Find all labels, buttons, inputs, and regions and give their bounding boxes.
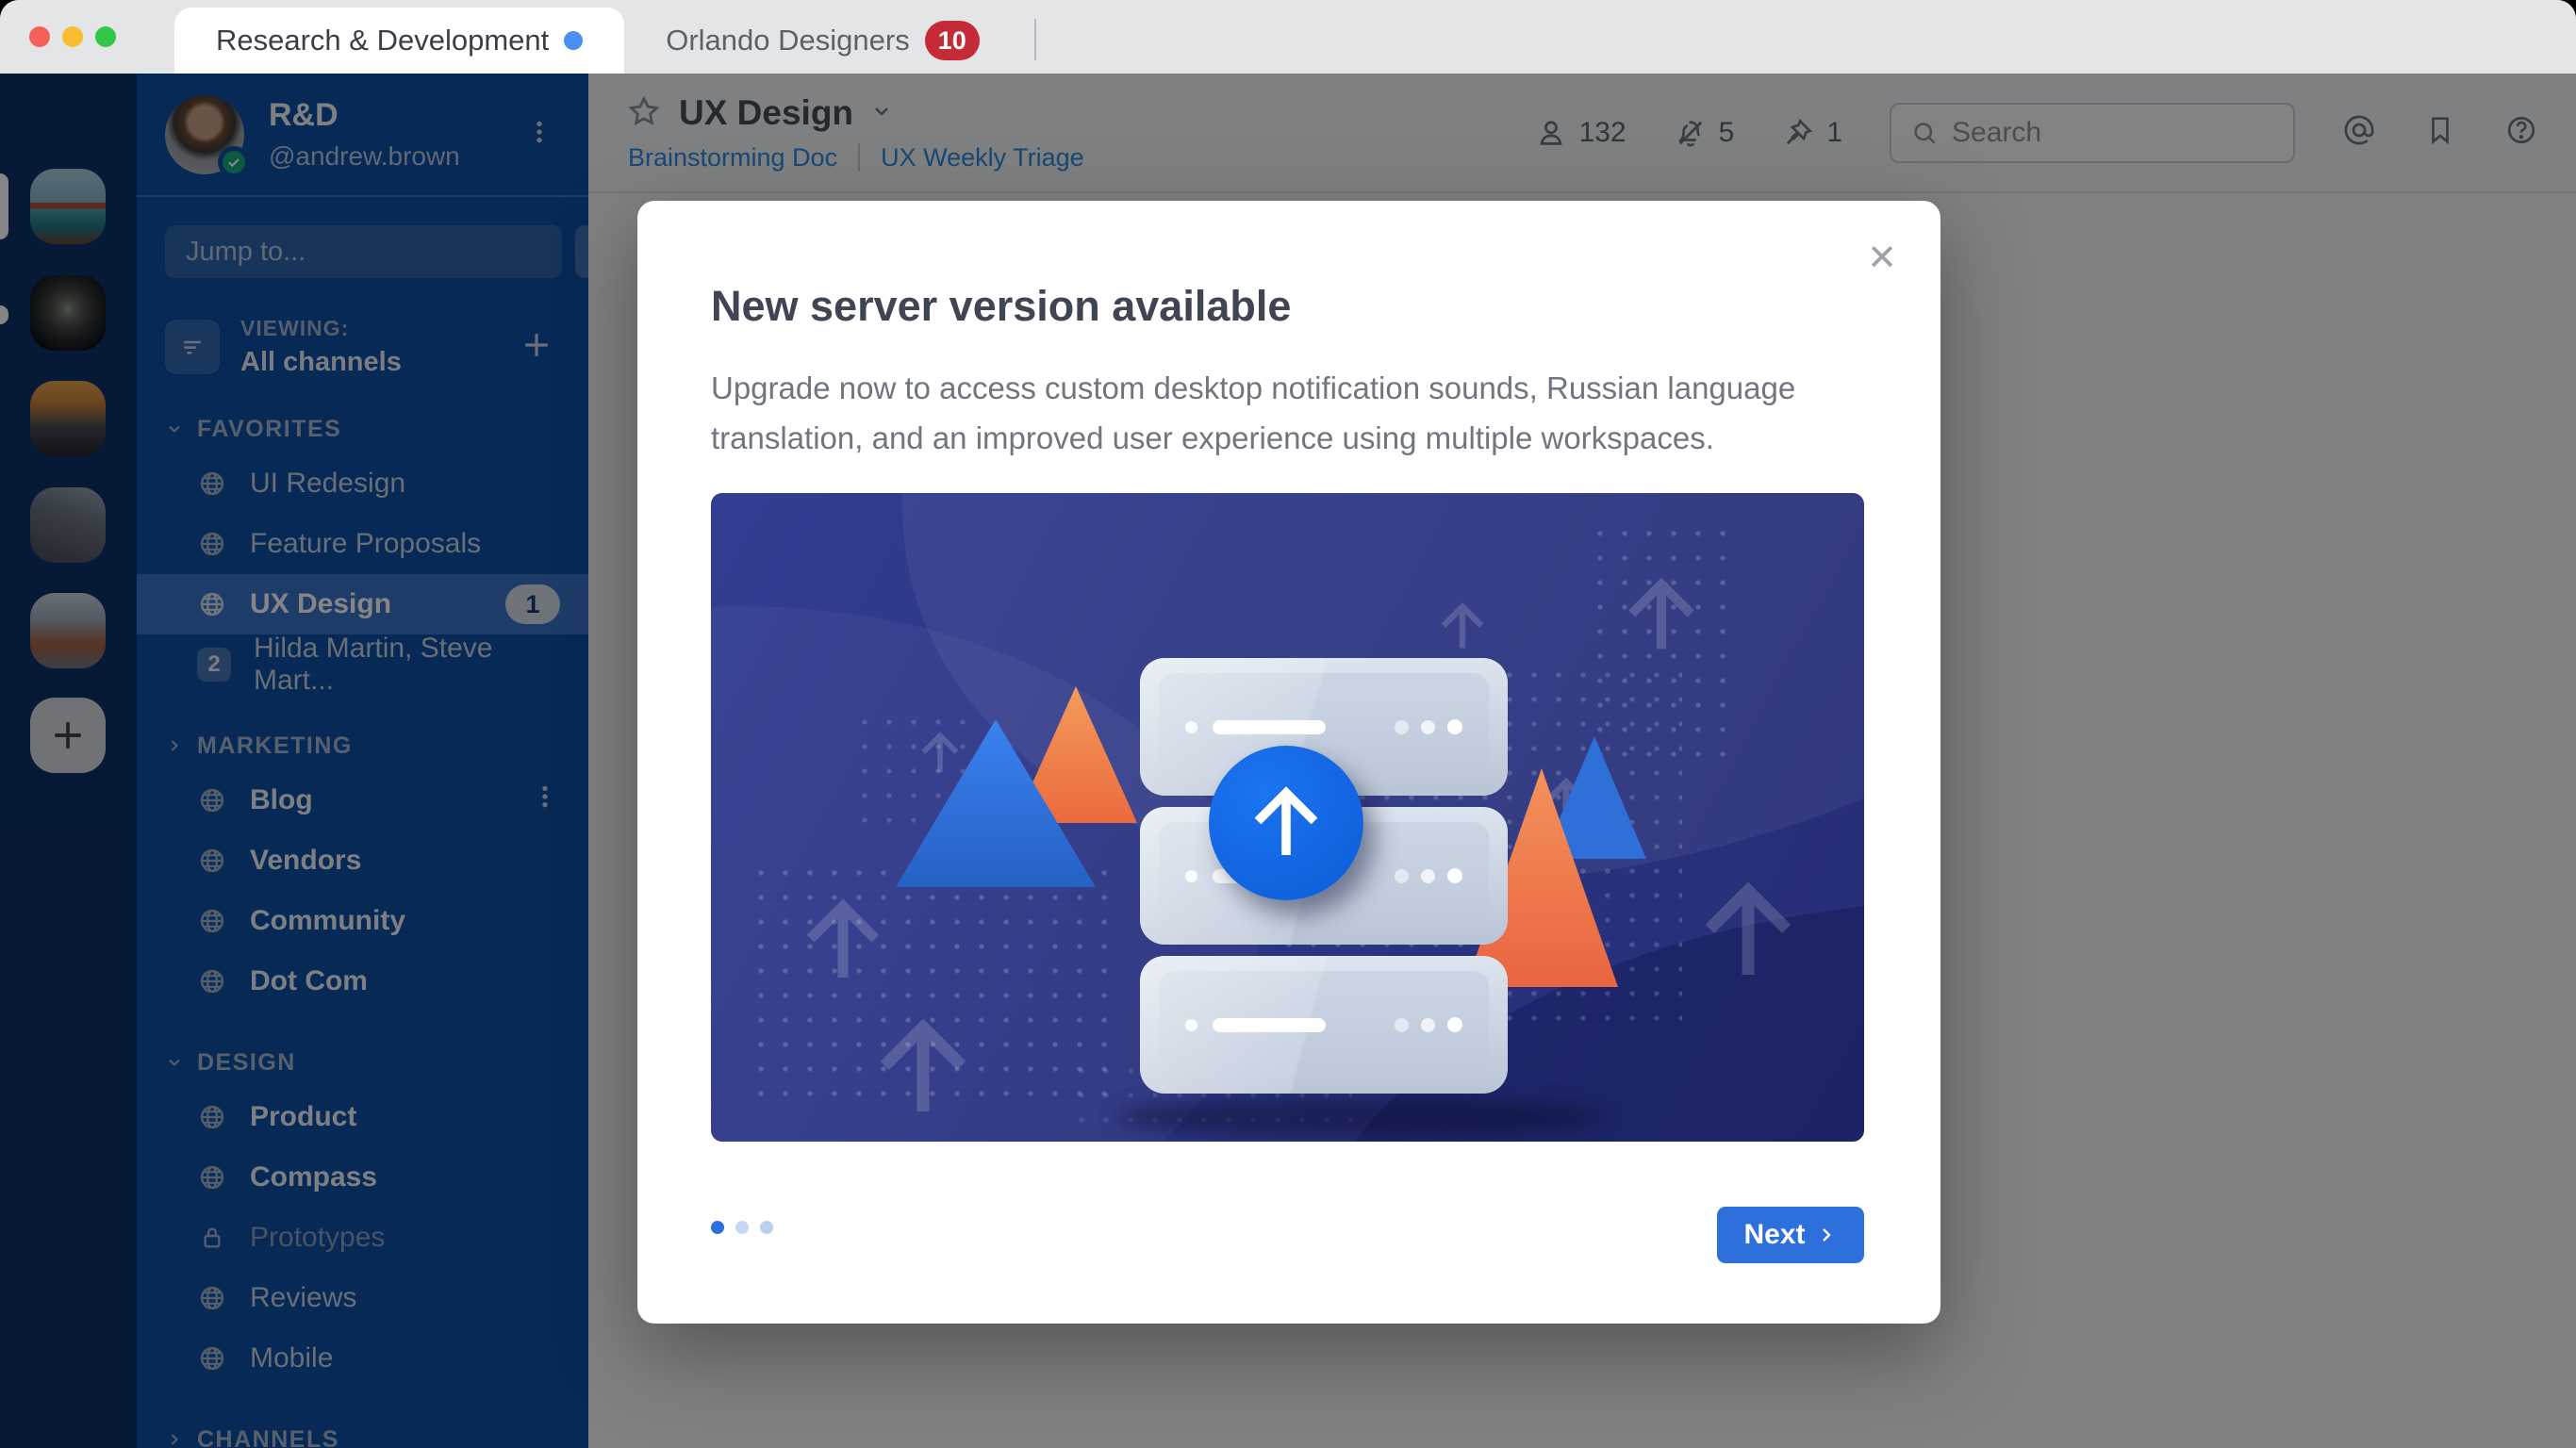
close-modal-button[interactable]: ✕ (1867, 240, 1897, 276)
arrow-up-icon (1241, 778, 1331, 868)
upgrade-arrow-badge (1209, 746, 1363, 900)
pager-dot[interactable] (735, 1221, 749, 1234)
modal-title: New server version available (711, 282, 1292, 330)
minimize-window-button[interactable] (62, 26, 83, 47)
server-upgrade-illustration (711, 493, 1864, 1142)
tab-label: Research & Development (216, 24, 550, 57)
ghost-arrow-up-icon (914, 727, 966, 780)
tab-divider (1033, 19, 1036, 60)
tab-research-development[interactable]: Research & Development (174, 8, 625, 74)
tab-unread-badge: 10 (924, 21, 980, 60)
ghost-arrow-up-icon (862, 1007, 984, 1129)
app-window: Research & Development Orlando Designers… (0, 0, 2576, 1448)
zoom-window-button[interactable] (95, 26, 116, 47)
ghost-arrow-up-icon (791, 889, 895, 993)
upgrade-modal: ✕ New server version available Upgrade n… (637, 201, 1940, 1324)
modal-pagination (711, 1221, 773, 1234)
ghost-arrow-up-icon (1432, 597, 1493, 657)
server-unit (1140, 956, 1508, 1094)
close-window-button[interactable] (29, 26, 50, 47)
traffic-lights (29, 26, 116, 47)
tab-label: Orlando Designers (666, 24, 910, 57)
unread-dot-icon (564, 31, 584, 50)
ghost-arrow-up-icon (1687, 870, 1809, 993)
window-tab-strip: Research & Development Orlando Designers… (0, 0, 2576, 74)
next-button[interactable]: Next (1717, 1207, 1864, 1263)
tab-orlando-designers[interactable]: Orlando Designers 10 (624, 8, 1021, 74)
pager-dot[interactable] (760, 1221, 773, 1234)
chevron-right-icon (1815, 1224, 1838, 1246)
pager-dot-active[interactable] (711, 1221, 724, 1234)
ghost-arrow-up-icon (1614, 568, 1709, 663)
modal-body-text: Upgrade now to access custom desktop not… (711, 370, 1796, 456)
